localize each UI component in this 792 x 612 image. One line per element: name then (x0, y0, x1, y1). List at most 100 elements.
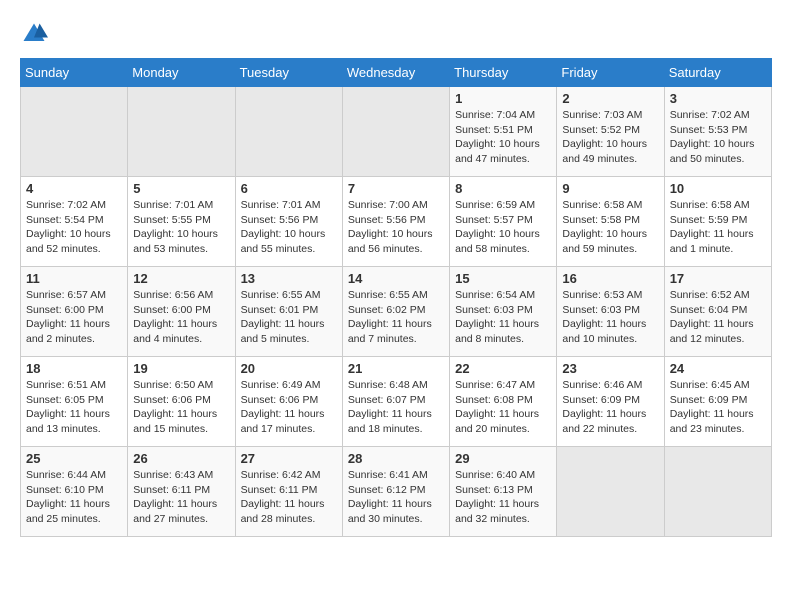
logo (20, 20, 52, 48)
calendar-cell: 20 Sunrise: 6:49 AMSunset: 6:06 PMDayligh… (235, 357, 342, 447)
day-number: 21 (348, 361, 444, 376)
day-number: 25 (26, 451, 122, 466)
calendar-cell: 9 Sunrise: 6:58 AMSunset: 5:58 PMDaylight… (557, 177, 664, 267)
day-info: Sunrise: 6:54 AMSunset: 6:03 PMDaylight:… (455, 288, 551, 347)
day-number: 3 (670, 91, 766, 106)
day-info: Sunrise: 6:52 AMSunset: 6:04 PMDaylight:… (670, 288, 766, 347)
calendar-body: 1 Sunrise: 7:04 AMSunset: 5:51 PMDaylight… (21, 87, 772, 537)
day-header-saturday: Saturday (664, 59, 771, 87)
day-info: Sunrise: 6:50 AMSunset: 6:06 PMDaylight:… (133, 378, 229, 437)
week-row-3: 18 Sunrise: 6:51 AMSunset: 6:05 PMDayligh… (21, 357, 772, 447)
calendar-cell: 21 Sunrise: 6:48 AMSunset: 6:07 PMDayligh… (342, 357, 449, 447)
day-number: 14 (348, 271, 444, 286)
week-row-1: 4 Sunrise: 7:02 AMSunset: 5:54 PMDaylight… (21, 177, 772, 267)
calendar-cell: 15 Sunrise: 6:54 AMSunset: 6:03 PMDayligh… (450, 267, 557, 357)
day-number: 23 (562, 361, 658, 376)
day-info: Sunrise: 6:44 AMSunset: 6:10 PMDaylight:… (26, 468, 122, 527)
day-number: 13 (241, 271, 337, 286)
calendar-cell: 7 Sunrise: 7:00 AMSunset: 5:56 PMDaylight… (342, 177, 449, 267)
day-info: Sunrise: 6:59 AMSunset: 5:57 PMDaylight:… (455, 198, 551, 257)
day-header-friday: Friday (557, 59, 664, 87)
day-info: Sunrise: 7:00 AMSunset: 5:56 PMDaylight:… (348, 198, 444, 257)
day-info: Sunrise: 6:48 AMSunset: 6:07 PMDaylight:… (348, 378, 444, 437)
day-number: 9 (562, 181, 658, 196)
logo-icon (20, 20, 48, 48)
calendar-cell (235, 87, 342, 177)
day-info: Sunrise: 6:56 AMSunset: 6:00 PMDaylight:… (133, 288, 229, 347)
day-number: 10 (670, 181, 766, 196)
calendar-cell: 6 Sunrise: 7:01 AMSunset: 5:56 PMDaylight… (235, 177, 342, 267)
day-info: Sunrise: 6:57 AMSunset: 6:00 PMDaylight:… (26, 288, 122, 347)
day-info: Sunrise: 7:02 AMSunset: 5:54 PMDaylight:… (26, 198, 122, 257)
calendar-cell (664, 447, 771, 537)
day-info: Sunrise: 7:01 AMSunset: 5:56 PMDaylight:… (241, 198, 337, 257)
day-info: Sunrise: 7:04 AMSunset: 5:51 PMDaylight:… (455, 108, 551, 167)
week-row-4: 25 Sunrise: 6:44 AMSunset: 6:10 PMDayligh… (21, 447, 772, 537)
week-row-0: 1 Sunrise: 7:04 AMSunset: 5:51 PMDaylight… (21, 87, 772, 177)
calendar-cell (342, 87, 449, 177)
day-number: 5 (133, 181, 229, 196)
day-info: Sunrise: 6:46 AMSunset: 6:09 PMDaylight:… (562, 378, 658, 437)
day-number: 28 (348, 451, 444, 466)
day-number: 20 (241, 361, 337, 376)
day-info: Sunrise: 6:47 AMSunset: 6:08 PMDaylight:… (455, 378, 551, 437)
day-header-thursday: Thursday (450, 59, 557, 87)
day-info: Sunrise: 7:02 AMSunset: 5:53 PMDaylight:… (670, 108, 766, 167)
day-number: 15 (455, 271, 551, 286)
calendar-header: SundayMondayTuesdayWednesdayThursdayFrid… (21, 59, 772, 87)
day-info: Sunrise: 6:51 AMSunset: 6:05 PMDaylight:… (26, 378, 122, 437)
calendar-cell: 19 Sunrise: 6:50 AMSunset: 6:06 PMDayligh… (128, 357, 235, 447)
calendar-cell: 24Sunrise: 6:45 AMSunset: 6:09 PMDayligh… (664, 357, 771, 447)
day-number: 27 (241, 451, 337, 466)
day-header-monday: Monday (128, 59, 235, 87)
day-number: 7 (348, 181, 444, 196)
day-info: Sunrise: 6:53 AMSunset: 6:03 PMDaylight:… (562, 288, 658, 347)
calendar-cell: 3 Sunrise: 7:02 AMSunset: 5:53 PMDaylight… (664, 87, 771, 177)
calendar-cell: 18 Sunrise: 6:51 AMSunset: 6:05 PMDayligh… (21, 357, 128, 447)
day-number: 26 (133, 451, 229, 466)
day-info: Sunrise: 6:42 AMSunset: 6:11 PMDaylight:… (241, 468, 337, 527)
calendar-cell: 22 Sunrise: 6:47 AMSunset: 6:08 PMDayligh… (450, 357, 557, 447)
day-number: 11 (26, 271, 122, 286)
calendar-cell: 10 Sunrise: 6:58 AMSunset: 5:59 PMDayligh… (664, 177, 771, 267)
day-number: 24 (670, 361, 766, 376)
day-info: Sunrise: 7:01 AMSunset: 5:55 PMDaylight:… (133, 198, 229, 257)
day-number: 22 (455, 361, 551, 376)
day-header-wednesday: Wednesday (342, 59, 449, 87)
day-number: 12 (133, 271, 229, 286)
calendar-cell: 16 Sunrise: 6:53 AMSunset: 6:03 PMDayligh… (557, 267, 664, 357)
day-info: Sunrise: 6:55 AMSunset: 6:02 PMDaylight:… (348, 288, 444, 347)
day-info: Sunrise: 6:55 AMSunset: 6:01 PMDaylight:… (241, 288, 337, 347)
day-info: Sunrise: 6:58 AMSunset: 5:58 PMDaylight:… (562, 198, 658, 257)
day-number: 4 (26, 181, 122, 196)
day-info: Sunrise: 6:49 AMSunset: 6:06 PMDaylight:… (241, 378, 337, 437)
calendar-cell: 23 Sunrise: 6:46 AMSunset: 6:09 PMDayligh… (557, 357, 664, 447)
day-number: 17 (670, 271, 766, 286)
day-info: Sunrise: 6:41 AMSunset: 6:12 PMDaylight:… (348, 468, 444, 527)
day-info: Sunrise: 7:03 AMSunset: 5:52 PMDaylight:… (562, 108, 658, 167)
day-number: 29 (455, 451, 551, 466)
day-number: 19 (133, 361, 229, 376)
day-number: 1 (455, 91, 551, 106)
day-number: 16 (562, 271, 658, 286)
day-info: Sunrise: 6:40 AMSunset: 6:13 PMDaylight:… (455, 468, 551, 527)
calendar-cell: 17 Sunrise: 6:52 AMSunset: 6:04 PMDayligh… (664, 267, 771, 357)
day-number: 18 (26, 361, 122, 376)
calendar-cell: 5 Sunrise: 7:01 AMSunset: 5:55 PMDaylight… (128, 177, 235, 267)
day-info: Sunrise: 6:43 AMSunset: 6:11 PMDaylight:… (133, 468, 229, 527)
calendar-cell (128, 87, 235, 177)
day-number: 6 (241, 181, 337, 196)
calendar-cell: 29 Sunrise: 6:40 AMSunset: 6:13 PMDayligh… (450, 447, 557, 537)
header-area (20, 20, 772, 48)
day-header-tuesday: Tuesday (235, 59, 342, 87)
calendar-cell: 8Sunrise: 6:59 AMSunset: 5:57 PMDaylight… (450, 177, 557, 267)
day-header-sunday: Sunday (21, 59, 128, 87)
day-info: Sunrise: 6:58 AMSunset: 5:59 PMDaylight:… (670, 198, 766, 257)
calendar-cell: 12 Sunrise: 6:56 AMSunset: 6:00 PMDayligh… (128, 267, 235, 357)
calendar-cell: 25 Sunrise: 6:44 AMSunset: 6:10 PMDayligh… (21, 447, 128, 537)
calendar-cell: 26 Sunrise: 6:43 AMSunset: 6:11 PMDayligh… (128, 447, 235, 537)
week-row-2: 11 Sunrise: 6:57 AMSunset: 6:00 PMDayligh… (21, 267, 772, 357)
header-row: SundayMondayTuesdayWednesdayThursdayFrid… (21, 59, 772, 87)
calendar-cell: 27 Sunrise: 6:42 AMSunset: 6:11 PMDayligh… (235, 447, 342, 537)
calendar-cell: 28 Sunrise: 6:41 AMSunset: 6:12 PMDayligh… (342, 447, 449, 537)
